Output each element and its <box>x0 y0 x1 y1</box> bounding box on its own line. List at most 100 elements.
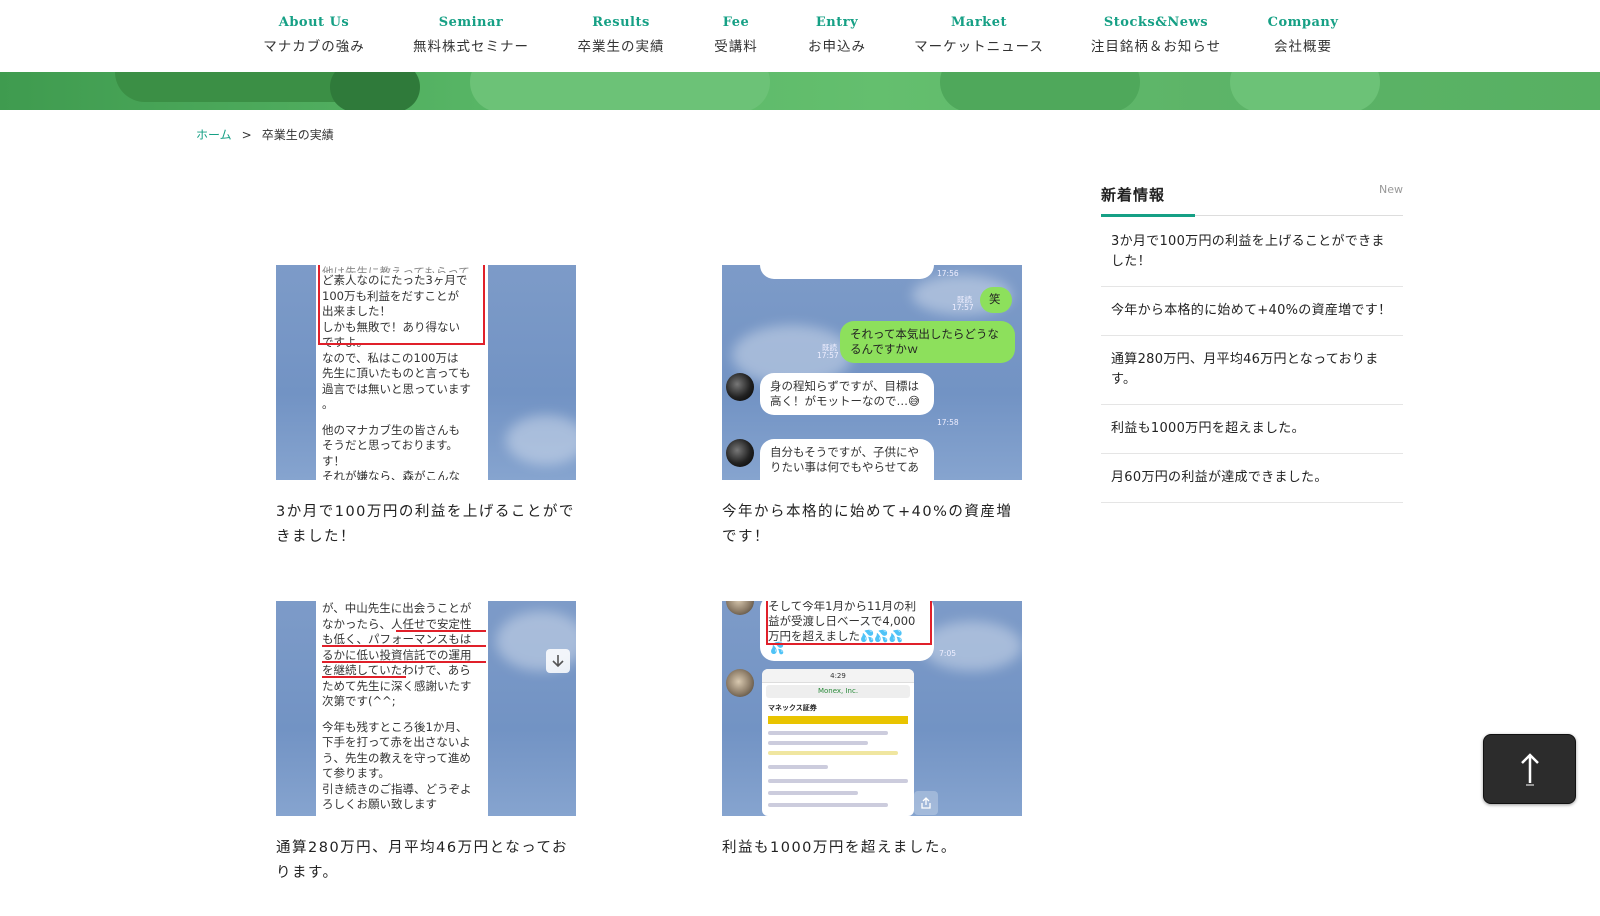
chat-bubble-sent: それって本気出したらどうなるんですかｗ <box>840 321 1015 363</box>
nav-label-ja: 無料株式セミナー <box>413 39 529 55</box>
screenshot-text-line: 下手を打って赤を出さないよ <box>322 735 471 749</box>
phone-content-line <box>768 791 858 795</box>
phone-content-line <box>768 765 828 769</box>
arrow-down-icon-glyph <box>552 655 564 668</box>
sidebar-news-item[interactable]: 3か月で100万円の利益を上げることができました！ <box>1101 216 1403 287</box>
breadcrumb-home-link[interactable]: ホーム <box>196 126 232 143</box>
card-title[interactable]: 通算280万円、月平均46万円となっております。 <box>276 836 576 886</box>
screenshot-text-line: ろしくお願い致します <box>322 797 437 811</box>
phone-content-line <box>768 741 868 745</box>
phone-screenshot: 4:29 Monex, Inc. マネックス証券 <box>762 669 914 816</box>
nav-item-market[interactable]: Market マーケットニュース <box>914 14 1044 56</box>
sidebar-news-item[interactable]: 通算280万円、月平均46万円となっております。 <box>1101 336 1403 405</box>
nav-label-en: About Us <box>278 15 350 30</box>
avatar <box>726 439 754 467</box>
sidebar-news-item[interactable]: 今年から本格的に始めて+40%の資産増です！ <box>1101 287 1403 336</box>
chat-timestamp: 17:57 <box>952 303 974 312</box>
nav-label-en: Results <box>592 15 650 30</box>
nav-label-en: Fee <box>722 15 750 30</box>
share-icon <box>914 791 938 815</box>
card-title[interactable]: 3か月で100万円の利益を上げることができました！ <box>276 500 576 550</box>
sidebar-subtitle: New <box>1379 183 1403 196</box>
nav-item-results[interactable]: Results 卒業生の実績 <box>578 14 665 56</box>
sidebar-header: 新着情報 New <box>1101 180 1403 217</box>
result-card[interactable]: そして今年1月から11月の利 益が受渡し日ベースで4,000 万円を超えました💦… <box>722 601 1022 861</box>
phone-url-bar: Monex, Inc. <box>766 685 910 698</box>
banner-shape <box>330 72 420 110</box>
nav-item-seminar[interactable]: Seminar 無料株式セミナー <box>413 14 529 56</box>
highlight-underline <box>322 676 406 678</box>
nav-item-entry[interactable]: Entry お申込み <box>808 14 866 56</box>
screenshot-text-line: 他のマナカブ生の皆さんも <box>322 422 460 437</box>
phone-content-line <box>768 803 888 807</box>
nav-label-en: Stocks&News <box>1103 15 1209 30</box>
phone-content-line <box>768 751 898 755</box>
banner-shape <box>470 72 770 110</box>
screenshot-text-line: 過言では無いと思っています <box>322 381 471 396</box>
nav-item-company[interactable]: Company 会社概要 <box>1268 14 1339 56</box>
card-thumbnail[interactable]: 他は先生に教えってもらって ど素人なのにたった3ヶ月で 100万も利益をだすこと… <box>276 265 576 480</box>
screenshot-text-line: 今年も残すところ後1か月、 <box>322 719 468 734</box>
arrow-up-icon <box>1520 753 1539 786</box>
page-banner <box>0 72 1600 110</box>
result-card[interactable]: が、中山先生に出会うことが なかったら、人任せで安定性 も低く、パフォーマンスも… <box>276 601 576 886</box>
sidebar-news-item[interactable]: 利益も1000万円を超えました。 <box>1101 405 1403 454</box>
nav-item-fee[interactable]: Fee 受講料 <box>714 14 758 56</box>
cloud-decoration <box>922 621 1022 671</box>
global-nav: About Us マナカブの強み Seminar 無料株式セミナー Result… <box>0 0 1600 72</box>
sidebar-news-item[interactable]: 月60万円の利益が達成できました。 <box>1101 454 1403 503</box>
nav-label-en: Entry <box>815 15 859 30</box>
breadcrumb-current: 卒業生の実績 <box>261 128 334 142</box>
nav-item-about-us[interactable]: About Us マナカブの強み <box>263 14 365 56</box>
screenshot-text-line: 引き続きのご指導、どうぞよ <box>322 781 472 796</box>
nav-label-ja: マナカブの強み <box>263 39 365 55</box>
screenshot-text-line: そうだと思っております。 <box>322 438 458 452</box>
result-card[interactable]: 17:56 既読 17:57 笑 既読 17:57 それって本気出したらどうなる… <box>722 265 1022 550</box>
card-thumbnail[interactable]: が、中山先生に出会うことが なかったら、人任せで安定性 も低く、パフォーマンスも… <box>276 601 576 816</box>
nav-label-ja: 受講料 <box>714 39 758 55</box>
share-icon-glyph <box>921 797 931 809</box>
result-card[interactable]: 他は先生に教えってもらって ど素人なのにたった3ヶ月で 100万も利益をだすこと… <box>276 265 576 550</box>
screenshot-text-line: 次第です(^^; <box>322 694 396 708</box>
highlight-box <box>766 601 932 645</box>
sidebar-accent-bar <box>1101 214 1195 217</box>
card-thumbnail[interactable]: そして今年1月から11月の利 益が受渡し日ベースで4,000 万円を超えました💦… <box>722 601 1022 816</box>
phone-content-line <box>768 779 908 783</box>
highlight-box <box>318 265 485 345</box>
nav-label-en: Market <box>951 15 1007 30</box>
card-thumbnail[interactable]: 17:56 既読 17:57 笑 既読 17:57 それって本気出したらどうなる… <box>722 265 1022 480</box>
chat-timestamp: 17:56 <box>937 269 959 278</box>
chat-timestamp: 17:58 <box>937 418 959 427</box>
phone-content-line <box>768 731 888 735</box>
back-to-top-button[interactable] <box>1483 734 1576 804</box>
breadcrumb-separator: > <box>241 127 252 142</box>
sidebar-title: 新着情報 <box>1101 186 1166 204</box>
card-title[interactable]: 今年から本格的に始めて+40%の資産増です！ <box>722 500 1022 550</box>
cloud-decoration <box>506 415 576 465</box>
nav-label-ja: 卒業生の実績 <box>577 39 665 55</box>
phone-brand: マネックス証券 <box>768 704 817 712</box>
banner-shape <box>940 72 1140 110</box>
card-title[interactable]: 利益も1000万円を超えました。 <box>722 836 1022 861</box>
banner-shape <box>1230 72 1380 110</box>
screenshot-text-line: す！ <box>322 453 345 468</box>
chat-timestamp: 17:57 <box>817 351 839 360</box>
nav-label-en: Seminar <box>438 15 504 30</box>
screenshot-text-line: なので、私はこの100万は <box>322 350 459 365</box>
nav-label-ja: 会社概要 <box>1273 39 1332 55</box>
nav-label-ja: お申込み <box>808 39 866 55</box>
chat-text-screenshot: が、中山先生に出会うことが なかったら、人任せで安定性 も低く、パフォーマンスも… <box>316 601 488 816</box>
highlight-underline <box>396 630 486 632</box>
screenshot-text-line: ためて先生に深く感謝いたす <box>322 678 472 693</box>
phone-status-bar: 4:29 <box>762 669 914 683</box>
highlight-underline <box>322 661 486 663</box>
avatar <box>726 601 754 615</box>
screenshot-text-line: う、先生の教えを守って進め <box>322 750 471 765</box>
screenshot-text-line: それが嫌なら、森がこんな <box>322 469 460 480</box>
news-sidebar: 新着情報 New 3か月で100万円の利益を上げることができました！ 今年から本… <box>1101 180 1403 503</box>
nav-item-stocks-news[interactable]: Stocks&News 注目銘柄＆お知らせ <box>1091 14 1221 56</box>
screenshot-text-line: 。 <box>322 397 334 411</box>
highlight-underline <box>322 645 486 647</box>
